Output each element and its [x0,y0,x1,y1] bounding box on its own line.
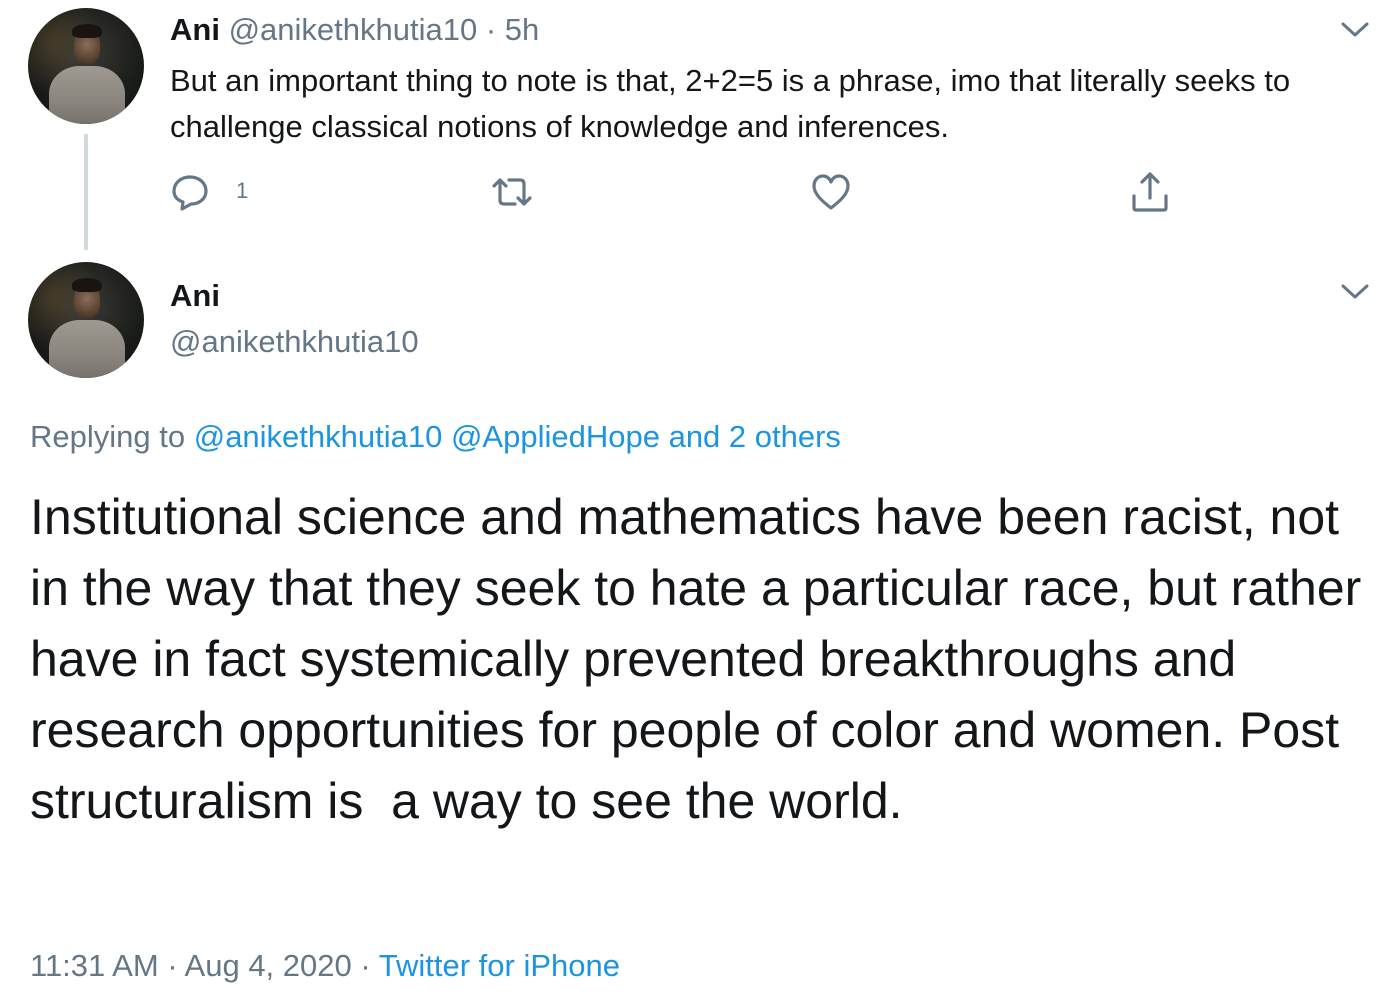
share-icon[interactable] [1130,170,1170,214]
parent-tweet-text: But an important thing to note is that, … [170,63,1291,144]
author-name[interactable]: Ani [170,12,220,47]
parent-tweet-header: Ani @anikethkhutia10 · 5h [170,10,539,50]
author-name[interactable]: Ani [170,276,220,316]
thread-connector-line [84,134,88,250]
author-handle[interactable]: @anikethkhutia10 [170,322,419,362]
author-handle[interactable]: @anikethkhutia10 [229,12,478,47]
avatar[interactable] [28,8,144,124]
retweet-icon[interactable] [488,172,536,212]
main-tweet-text: Institutional science and mathematics ha… [30,489,1376,829]
reply-icon[interactable] [170,172,210,212]
chevron-down-icon[interactable] [1340,20,1370,40]
heart-icon[interactable] [810,172,852,212]
tweet-time[interactable]: 5h [505,12,539,47]
separator: · [167,948,178,983]
tweet-date[interactable]: Aug 4, 2020 [185,948,352,983]
replying-to: Replying to @anikethkhutia10 @AppliedHop… [30,416,841,458]
tweet-thread: Ani @anikethkhutia10 · 5h But an importa… [0,0,1386,1007]
separator: · [360,948,371,983]
replying-prefix: Replying to [30,419,186,454]
tweet-time[interactable]: 11:31 AM [30,948,159,983]
tweet-metadata: 11:31 AM · Aug 4, 2020 · Twitter for iPh… [30,944,620,988]
separator: · [485,12,497,47]
tweet-source-link[interactable]: Twitter for iPhone [379,948,620,983]
avatar[interactable] [28,262,144,378]
chevron-down-icon[interactable] [1340,282,1370,302]
replying-mentions-link[interactable]: @anikethkhutia10 @AppliedHope and 2 othe… [194,419,841,454]
reply-count: 1 [236,178,249,203]
